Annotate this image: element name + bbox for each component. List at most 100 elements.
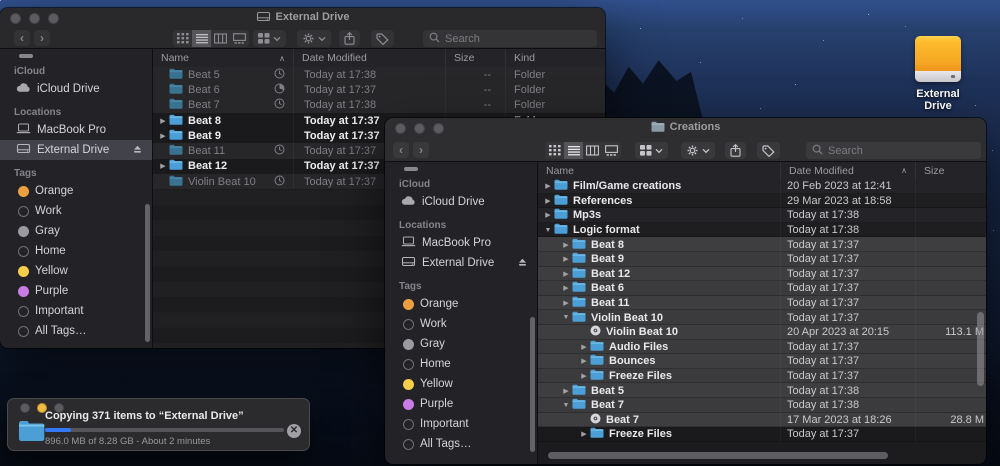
cancel-copy-button[interactable]: ✕ (287, 424, 301, 438)
file-row[interactable]: ▶Freeze FilesToday at 17:37 (538, 427, 986, 442)
view-list-icon[interactable] (192, 30, 211, 47)
view-gallery-icon[interactable] (230, 30, 249, 47)
file-row[interactable]: ▶Beat 11Today at 17:37 (538, 296, 986, 311)
forward-button[interactable]: › (34, 30, 50, 46)
file-row[interactable]: ▶Beat 12Today at 17:37 (538, 267, 986, 282)
sidebar-item-external-drive[interactable]: External Drive (0, 140, 152, 160)
view-switcher[interactable] (173, 30, 249, 47)
eject-icon[interactable] (132, 144, 143, 157)
view-columns-icon[interactable] (211, 30, 230, 47)
sidebar-item-icloud-drive[interactable]: iCloud Drive (0, 79, 152, 99)
view-gallery-icon[interactable] (602, 142, 621, 159)
back-button[interactable]: ‹ (14, 30, 30, 46)
disclosure-triangle-icon[interactable]: ▶ (157, 117, 169, 125)
disclosure-triangle-icon[interactable]: ▶ (560, 284, 572, 292)
disclosure-triangle-icon[interactable]: ▼ (542, 227, 554, 234)
close-button[interactable] (20, 403, 30, 413)
sidebar-item-macbook-pro[interactable]: MacBook Pro (385, 233, 537, 253)
list-header[interactable]: Name Date Modified∧ Size (538, 162, 986, 180)
view-list-icon[interactable] (564, 142, 583, 159)
file-row[interactable]: ▼Violin Beat 10Today at 17:37 (538, 310, 986, 325)
disclosure-triangle-icon[interactable]: ▶ (542, 197, 554, 205)
disclosure-triangle-icon[interactable]: ▶ (157, 132, 169, 140)
file-row[interactable]: Beat 5Today at 17:38--Folder (153, 67, 605, 82)
horizontal-scrollbar[interactable] (548, 452, 888, 459)
titlebar[interactable]: External Drive ‹ › Search (0, 8, 605, 49)
view-grid-icon[interactable] (173, 30, 192, 47)
disclosure-triangle-icon[interactable]: ▶ (560, 255, 572, 263)
action-menu-button[interactable] (297, 30, 331, 47)
disclosure-triangle-icon[interactable]: ▼ (560, 402, 572, 409)
column-header-kind[interactable]: Kind (506, 49, 605, 67)
disclosure-triangle-icon[interactable]: ▶ (578, 357, 590, 365)
share-button[interactable] (339, 30, 360, 47)
sidebar-item-yellow[interactable]: Yellow (0, 261, 152, 281)
file-row[interactable]: ▶Beat 8Today at 17:37 (538, 237, 986, 252)
sidebar-item-yellow[interactable]: Yellow (385, 374, 537, 394)
disclosure-triangle-icon[interactable]: ▶ (560, 299, 572, 307)
share-button[interactable] (725, 142, 746, 159)
file-row[interactable]: ▼Beat 7Today at 17:38 (538, 398, 986, 413)
group-button[interactable] (635, 142, 668, 159)
sidebar-item-external-drive[interactable]: External Drive (385, 253, 537, 273)
sidebar-item-purple[interactable]: Purple (385, 394, 537, 414)
tag-button[interactable] (757, 142, 780, 159)
file-row[interactable]: ▶Mp3sToday at 17:38 (538, 208, 986, 223)
disclosure-triangle-icon[interactable]: ▶ (157, 162, 169, 170)
disclosure-triangle-icon[interactable]: ▶ (578, 430, 590, 438)
file-row[interactable]: Beat 7Today at 17:38--Folder (153, 98, 605, 113)
file-row[interactable]: Violin Beat 1020 Apr 2023 at 20:15113.1 … (538, 325, 986, 340)
column-header-date[interactable]: Date Modified (294, 49, 446, 67)
file-row[interactable]: ▶Freeze FilesToday at 17:37 (538, 369, 986, 384)
view-grid-icon[interactable] (545, 142, 564, 159)
sidebar-item-work[interactable]: Work (385, 314, 537, 334)
list-header[interactable]: Name∧ Date Modified Size Kind (153, 49, 605, 68)
sidebar-item-all-tags[interactable]: All Tags… (0, 321, 152, 341)
desktop-drive-icon[interactable]: External Drive (902, 36, 974, 112)
disclosure-triangle-icon[interactable]: ▶ (578, 372, 590, 380)
file-row[interactable]: ▼Logic formatToday at 17:38 (538, 223, 986, 238)
file-row[interactable]: ▶References29 Mar 2023 at 18:58 (538, 194, 986, 209)
column-header-size[interactable]: Size (446, 49, 506, 67)
eject-icon[interactable] (517, 257, 528, 270)
disclosure-triangle-icon[interactable]: ▶ (560, 270, 572, 278)
group-button[interactable] (253, 30, 286, 47)
column-header-name[interactable]: Name∧ (153, 49, 294, 67)
sidebar-item-important[interactable]: Important (385, 414, 537, 434)
view-switcher[interactable] (545, 142, 621, 159)
back-button[interactable]: ‹ (393, 142, 409, 158)
action-menu-button[interactable] (681, 142, 715, 159)
disclosure-triangle-icon[interactable]: ▶ (542, 182, 554, 190)
file-row[interactable]: ▶Beat 6Today at 17:37 (538, 281, 986, 296)
file-row[interactable]: ▶Audio FilesToday at 17:37 (538, 340, 986, 355)
sidebar-item-orange[interactable]: Orange (0, 181, 152, 201)
file-row[interactable]: ▶Film/Game creations20 Feb 2023 at 12:41 (538, 179, 986, 194)
column-header-date[interactable]: Date Modified∧ (781, 162, 916, 179)
disclosure-triangle-icon[interactable]: ▶ (542, 211, 554, 219)
sidebar-item-macbook-pro[interactable]: MacBook Pro (0, 120, 152, 140)
search-input[interactable]: Search (423, 30, 597, 47)
vertical-scrollbar[interactable] (977, 312, 984, 386)
file-row[interactable]: Beat 717 Mar 2023 at 18:2628.8 M (538, 413, 986, 428)
titlebar[interactable]: Creations ‹ › Search (385, 118, 986, 162)
sidebar-item-important[interactable]: Important (0, 301, 152, 321)
view-columns-icon[interactable] (583, 142, 602, 159)
file-row[interactable]: ▶BouncesToday at 17:37 (538, 354, 986, 369)
sidebar-item-gray[interactable]: Gray (0, 221, 152, 241)
file-row[interactable]: ▶Beat 5Today at 17:38 (538, 383, 986, 398)
disclosure-triangle-icon[interactable]: ▶ (578, 343, 590, 351)
search-input[interactable]: Search (806, 142, 981, 159)
disclosure-triangle-icon[interactable]: ▼ (560, 314, 572, 321)
sidebar-item-all-tags[interactable]: All Tags… (385, 434, 537, 454)
file-row[interactable]: ▶Beat 9Today at 17:37 (538, 252, 986, 267)
sidebar-item-work[interactable]: Work (0, 201, 152, 221)
sidebar-item-home[interactable]: Home (385, 354, 537, 374)
column-header-name[interactable]: Name (538, 162, 781, 179)
sidebar-item-gray[interactable]: Gray (385, 334, 537, 354)
sidebar-item-orange[interactable]: Orange (385, 294, 537, 314)
sidebar-item-icloud-drive[interactable]: iCloud Drive (385, 192, 537, 212)
sidebar-item-home[interactable]: Home (0, 241, 152, 261)
forward-button[interactable]: › (413, 142, 429, 158)
disclosure-triangle-icon[interactable]: ▶ (560, 241, 572, 249)
column-header-size[interactable]: Size (916, 162, 986, 179)
